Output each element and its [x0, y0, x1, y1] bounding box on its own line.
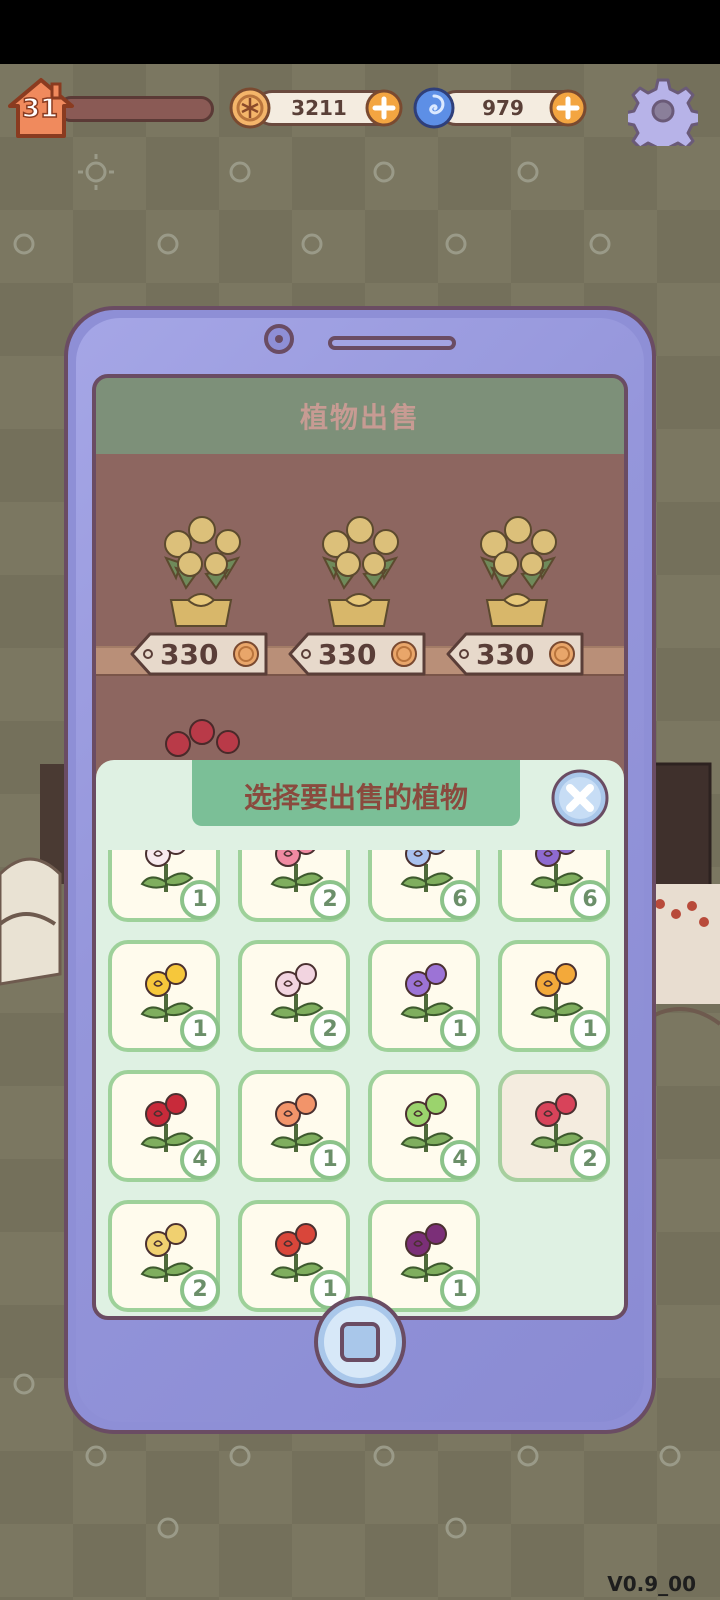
sun-motif-icon [659, 1445, 681, 1467]
sun-motif-icon [13, 233, 35, 255]
plant-count-badge: 1 [310, 1140, 350, 1180]
sun-motif-icon [373, 161, 395, 183]
coin-icon [549, 641, 575, 667]
plant-grid: 126612114142211 [96, 850, 624, 1316]
plant-item[interactable]: 6 [368, 850, 480, 922]
price-tag[interactable]: 330 [446, 630, 586, 678]
price-tag[interactable]: 330 [288, 630, 428, 678]
home-square-icon[interactable] [312, 1294, 408, 1390]
plant-item[interactable]: 2 [238, 850, 350, 922]
plant-item[interactable]: 2 [498, 1070, 610, 1182]
plant-count-badge: 2 [180, 1270, 220, 1310]
plant-count-badge: 4 [440, 1140, 480, 1180]
yellow-rose-bouquet-icon[interactable] [146, 508, 256, 628]
close-icon[interactable] [550, 768, 610, 828]
sun-motif-icon [517, 161, 539, 183]
xp-progress-bar [58, 96, 214, 122]
panel-title: 选择要出售的植物 [243, 781, 468, 814]
sun-motif-icon [301, 233, 323, 255]
plant-count-badge: 2 [570, 1140, 610, 1180]
coin-icon [229, 87, 271, 129]
add-coins-button[interactable] [364, 88, 404, 128]
price-tag[interactable]: 330 [130, 630, 270, 678]
shop-title: 植物出售 [299, 401, 420, 434]
plant-count-badge: 2 [310, 1010, 350, 1050]
sun-motif-icon [85, 1445, 107, 1467]
swirl-gem-icon [413, 87, 455, 129]
sun-motif-icon [445, 233, 467, 255]
price-value: 330 [476, 638, 535, 671]
plant-item[interactable]: 2 [108, 1200, 220, 1312]
sun-motif-icon [157, 1517, 179, 1539]
sun-motif-icon [229, 161, 251, 183]
plant-item[interactable]: 1 [368, 940, 480, 1052]
sun-motif-icon [445, 1517, 467, 1539]
gem-value: 979 [482, 96, 524, 120]
shop-fence-left [0, 764, 70, 986]
plant-count-badge: 1 [440, 1010, 480, 1050]
plant-count-badge: 6 [570, 880, 610, 920]
sell-selection-panel: 选择要出售的植物 126612114142211 [96, 760, 624, 1316]
plant-item[interactable]: 6 [498, 850, 610, 922]
status-bar [0, 0, 720, 64]
sun-motif-icon [13, 1373, 35, 1395]
sun-motif-icon [229, 1445, 251, 1467]
coin-value: 3211 [291, 96, 347, 120]
camera-icon [264, 324, 294, 354]
gear-icon[interactable] [628, 76, 698, 146]
yellow-rose-bouquet-icon[interactable] [304, 508, 414, 628]
shop-header: 植物出售 [96, 378, 624, 454]
sun-motif-icon [373, 1445, 395, 1467]
plant-item[interactable]: 4 [368, 1070, 480, 1182]
sun-motif-icon [589, 233, 611, 255]
plant-item[interactable]: 1 [498, 940, 610, 1052]
plant-count-badge: 4 [180, 1140, 220, 1180]
add-gems-button[interactable] [548, 88, 588, 128]
phone-screen: 植物出售 330 330 330 选择要出售的植物 1 2 6 6 1 2 1 … [92, 374, 628, 1320]
plant-count-badge: 2 [310, 880, 350, 920]
phone-frame: 植物出售 330 330 330 选择要出售的植物 1 2 6 6 1 2 1 … [64, 306, 656, 1434]
plant-count-badge: 1 [440, 1270, 480, 1310]
plant-count-badge: 1 [180, 880, 220, 920]
plant-count-badge: 1 [570, 1010, 610, 1050]
plant-count-badge: 6 [440, 880, 480, 920]
plant-item[interactable]: 2 [238, 940, 350, 1052]
sun-motif-icon [517, 1445, 539, 1467]
price-value: 330 [160, 638, 219, 671]
version-label: V0.9_00 [607, 1572, 696, 1596]
phone-speaker [328, 336, 456, 350]
level-number: 31 [21, 93, 59, 125]
plant-item[interactable]: 1 [238, 1070, 350, 1182]
plant-item[interactable]: 1 [108, 850, 220, 922]
plant-item[interactable]: 4 [108, 1070, 220, 1182]
sun-motif-icon [78, 154, 114, 190]
level-indicator[interactable]: 31 [6, 76, 216, 140]
sun-motif-icon [157, 233, 179, 255]
coin-icon [233, 641, 259, 667]
price-value: 330 [318, 638, 377, 671]
plant-item[interactable]: 1 [108, 940, 220, 1052]
plant-count-badge: 1 [180, 1010, 220, 1050]
yellow-rose-bouquet-icon[interactable] [462, 508, 572, 628]
coin-icon [391, 641, 417, 667]
